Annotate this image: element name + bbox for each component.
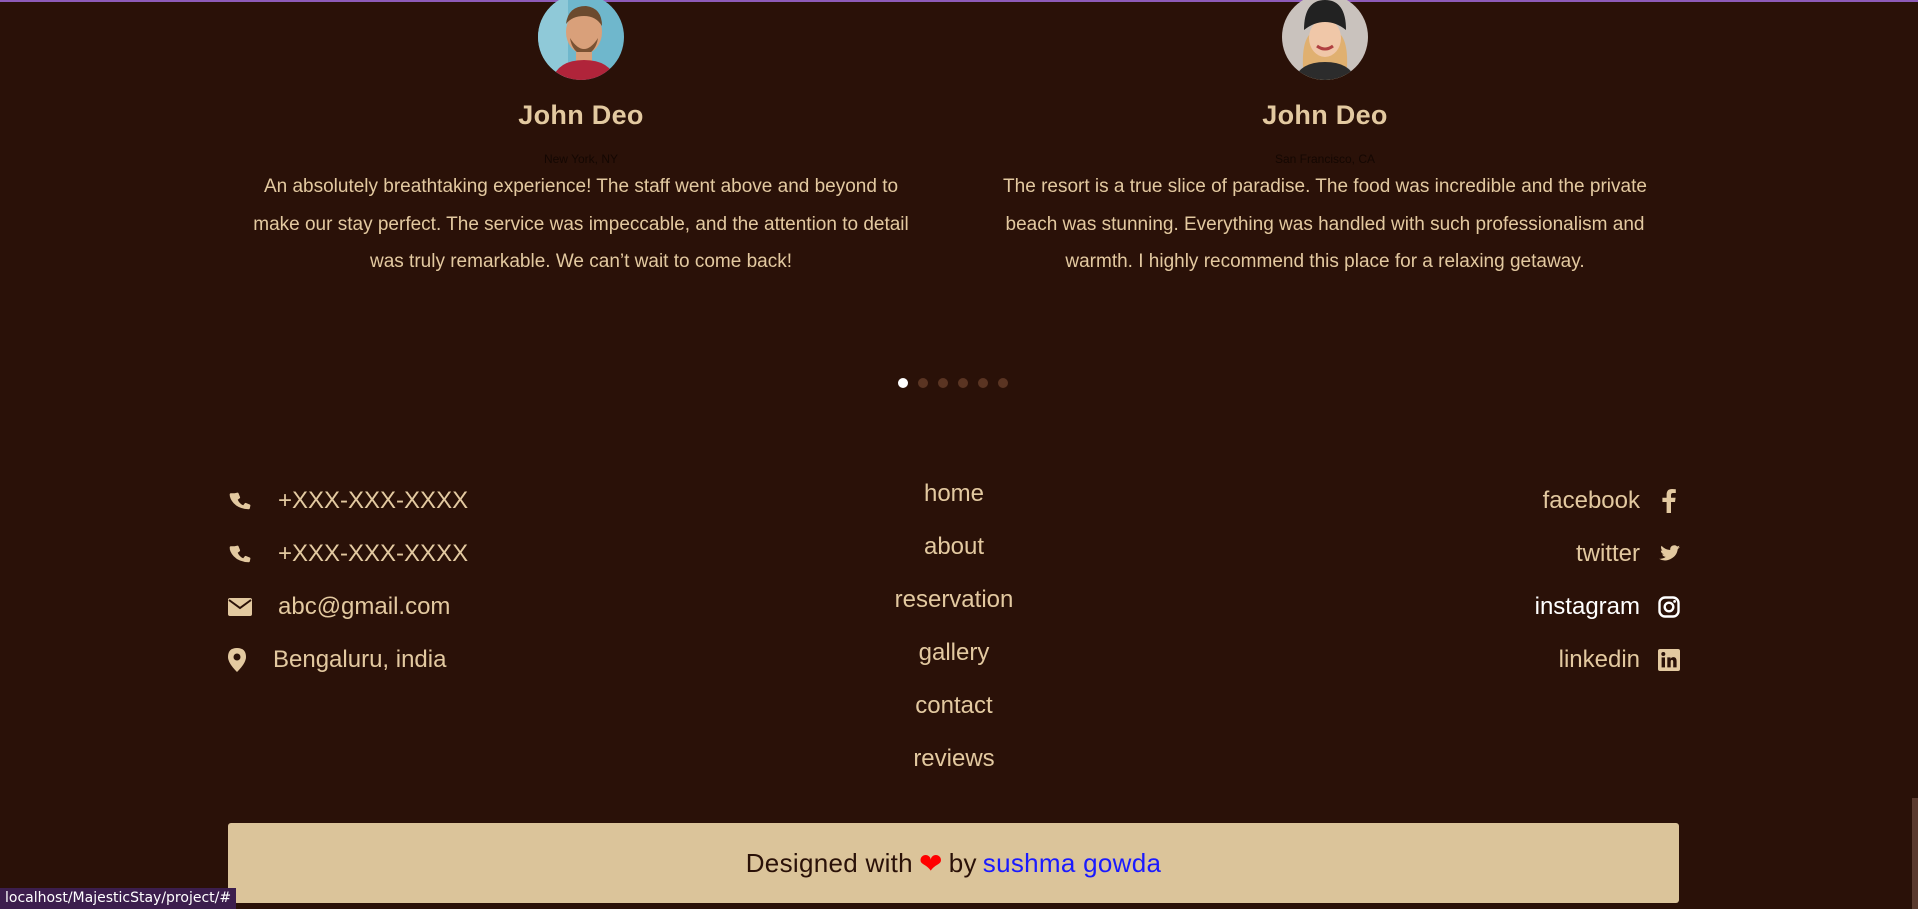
footer-link-reviews[interactable]: reviews: [854, 739, 1054, 792]
reviewer-location: New York, NY: [543, 152, 619, 166]
woman-avatar-icon: [1282, 0, 1368, 80]
social-twitter-label: twitter: [1575, 539, 1640, 567]
footer-nav: home about reservation gallery contact r…: [854, 474, 1054, 792]
carousel-dot-5[interactable]: [978, 378, 988, 388]
carousel-dot-3[interactable]: [938, 378, 948, 388]
social-facebook[interactable]: facebook: [1440, 474, 1680, 527]
twitter-icon: [1658, 544, 1680, 564]
reviewer-name: John Deo: [518, 100, 644, 130]
review-text: The resort is a true slice of paradise. …: [1003, 176, 1647, 272]
carousel-dot-4[interactable]: [958, 378, 968, 388]
status-bar-url: localhost/MajesticStay/project/#: [0, 888, 237, 909]
social-linkedin[interactable]: linkedin: [1440, 633, 1680, 686]
contact-phone-text: +XXX-XXX-XXXX: [278, 539, 469, 567]
footer-link-home[interactable]: home: [854, 474, 1054, 527]
carousel-pagination: [898, 378, 1008, 388]
envelope-icon: [228, 597, 278, 617]
credit-prefix: Designed with: [745, 847, 913, 878]
social-twitter[interactable]: twitter: [1440, 527, 1680, 580]
contact-location[interactable]: Bengaluru, india: [228, 633, 588, 686]
facebook-icon: [1658, 488, 1680, 513]
instagram-icon: [1658, 595, 1680, 618]
social-linkedin-label: linkedin: [1558, 645, 1640, 673]
scrollbar-thumb[interactable]: [1912, 798, 1918, 909]
footer-link-gallery[interactable]: gallery: [854, 633, 1054, 686]
heart-icon: ❤: [918, 847, 943, 879]
footer-link-about[interactable]: about: [854, 527, 1054, 580]
credit-bar: Designed with ❤ by sushma gowda: [228, 823, 1679, 903]
contact-location-text: Bengaluru, india: [273, 645, 447, 673]
credit-by: by: [948, 847, 977, 878]
contact-email[interactable]: abc@gmail.com: [228, 580, 588, 633]
contact-email-text: abc@gmail.com: [278, 592, 451, 620]
phone-icon: [228, 542, 278, 566]
top-border: [0, 0, 1918, 2]
footer-link-reservation[interactable]: reservation: [854, 580, 1054, 633]
man-avatar-icon: [538, 0, 624, 80]
social-facebook-label: facebook: [1542, 486, 1640, 514]
map-marker-icon: [228, 647, 273, 672]
footer-link-contact[interactable]: contact: [854, 686, 1054, 739]
contact-phone-1[interactable]: +XXX-XXX-XXXX: [228, 474, 588, 527]
contact-phone-text: +XXX-XXX-XXXX: [278, 486, 469, 514]
social-links: facebook twitter instagram linkedin: [1440, 474, 1680, 686]
author-link[interactable]: sushma gowda: [983, 848, 1161, 879]
social-instagram[interactable]: instagram: [1440, 580, 1680, 633]
reviewer-name: John Deo: [1262, 100, 1388, 130]
carousel-dot-1[interactable]: [898, 378, 908, 388]
social-instagram-label: instagram: [1534, 592, 1640, 620]
reviewer-location: San Francisco, CA: [1274, 152, 1376, 166]
linkedin-icon: [1658, 648, 1680, 671]
phone-icon: [228, 489, 278, 513]
review-text: An absolutely breathtaking experience! T…: [253, 176, 909, 272]
carousel-dot-2[interactable]: [918, 378, 928, 388]
contact-phone-2[interactable]: +XXX-XXX-XXXX: [228, 527, 588, 580]
carousel-dot-6[interactable]: [998, 378, 1008, 388]
contact-info: +XXX-XXX-XXXX +XXX-XXX-XXXX abc@gmail.co…: [228, 474, 588, 686]
